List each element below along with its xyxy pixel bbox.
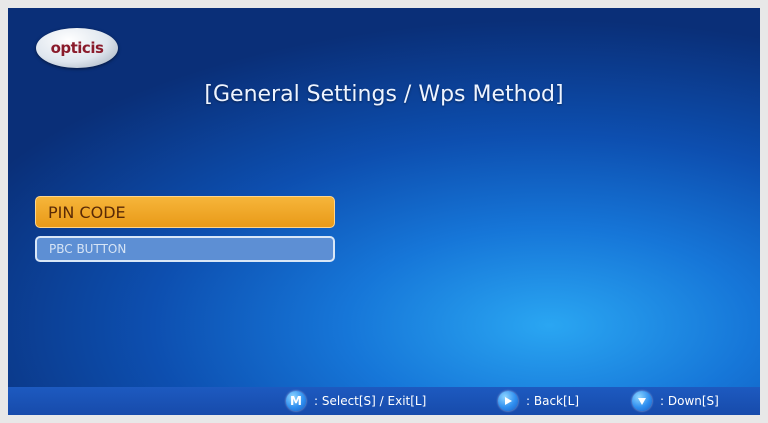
osd-screen: opticis [General Settings / Wps Method] …	[8, 8, 760, 415]
right-arrow-icon	[498, 391, 518, 411]
m-button-icon: M	[286, 391, 306, 411]
menu-item-label: PIN CODE	[48, 202, 126, 222]
menu-item-label: PBC BUTTON	[49, 242, 127, 256]
menu-item-pbc-button[interactable]: PBC BUTTON	[35, 236, 335, 262]
hint-select-exit: M : Select[S] / Exit[L]	[286, 391, 426, 411]
menu-item-pin-code[interactable]: PIN CODE	[35, 196, 335, 228]
down-arrow-icon	[632, 391, 652, 411]
wps-method-menu: PIN CODE PBC BUTTON	[35, 196, 335, 262]
key-hint-bar: M : Select[S] / Exit[L] : Back[L] : Down…	[8, 387, 760, 415]
opticis-logo: opticis	[36, 28, 118, 68]
logo-text: opticis	[50, 39, 104, 57]
page-title: [General Settings / Wps Method]	[204, 82, 564, 107]
hint-text: : Back[L]	[526, 394, 580, 408]
hint-text: : Down[S]	[660, 394, 719, 408]
hint-back: : Back[L]	[498, 391, 579, 411]
hint-text: : Select[S] / Exit[L]	[314, 394, 427, 408]
hint-down: : Down[S]	[632, 391, 719, 411]
